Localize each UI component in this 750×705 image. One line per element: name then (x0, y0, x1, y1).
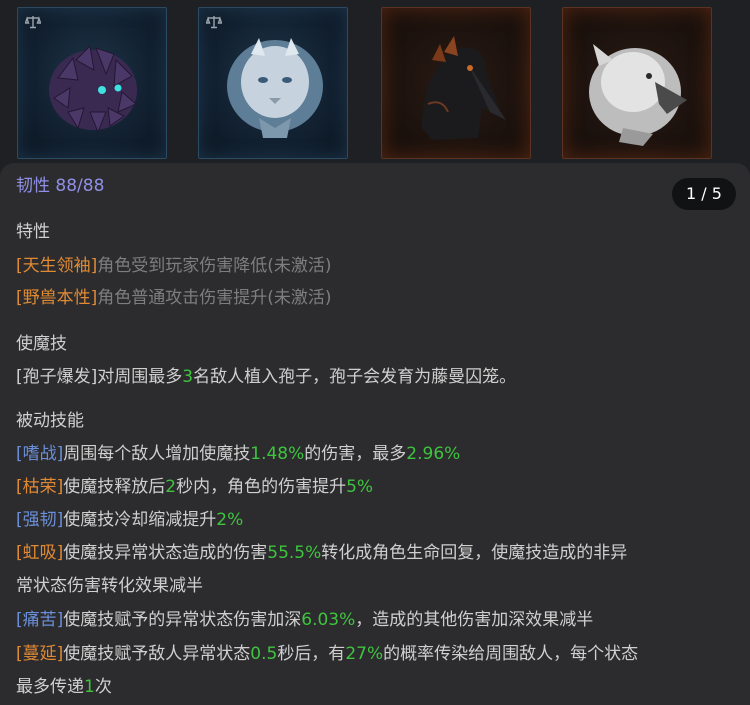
trait-text: 角色受到玩家伤害降低(未激活) (97, 256, 332, 276)
passive-number: 2% (216, 510, 244, 530)
passive-text: ，造成的其他伤害加深效果减半 (355, 610, 594, 630)
white-griffin-portrait (589, 44, 687, 146)
passive-row: [嗜战]周围每个敌人增加使魔技1.48%的伤害，最多2.96% (16, 443, 460, 465)
passive-row: [强韧]使魔技冷却缩减提升2% (16, 509, 243, 531)
dark-bird-card[interactable] (381, 7, 531, 159)
skill-text: 名敌人植入孢子，孢子会发育为藤曼囚笼。 (193, 367, 517, 387)
passive-tag: [虹吸] (16, 543, 64, 563)
passive-skills-header: 被动技能 (16, 411, 84, 431)
spore-beast-card[interactable] (17, 7, 167, 159)
familiar-tooltip-panel: 1 / 5 韧性 88/88 特性 [天生领袖]角色受到玩家伤害降低(未激活) … (0, 163, 750, 705)
passive-text: 的伤害，最多 (304, 444, 407, 464)
passive-text: 周围每个敌人增加使魔技 (63, 444, 251, 464)
balance-icon (206, 16, 222, 29)
passive-text: 最多传递 (16, 677, 84, 697)
passive-row-continued: 常状态伤害转化效果减半 (16, 575, 203, 597)
passive-text: 的概率传染给周围敌人，每个状态 (383, 644, 639, 664)
white-lion-portrait (227, 38, 323, 138)
trait-row: [天生领袖]角色受到玩家伤害降低(未激活) (16, 255, 332, 277)
trait-tag: [野兽本性] (16, 288, 98, 308)
familiar-skill-desc: [孢子爆发]对周围最多3名敌人植入孢子，孢子会发育为藤曼囚笼。 (16, 366, 516, 388)
passive-number: 2 (165, 477, 177, 497)
spore-beast-portrait (49, 44, 137, 134)
passive-tag: [蔓延] (16, 644, 64, 664)
passive-number: 27% (345, 644, 384, 664)
passive-number: 1.48% (250, 444, 305, 464)
passive-tag: [痛苦] (16, 610, 64, 630)
passive-text: 转化成角色生命回复，使魔技造成的非异 (321, 543, 628, 563)
skill-text: [孢子爆发]对周围最多 (16, 367, 183, 387)
balance-icon (25, 16, 41, 29)
trait-row: [野兽本性]角色普通攻击伤害提升(未激活) (16, 287, 332, 309)
toughness-value: 韧性 88/88 (16, 176, 105, 196)
skill-number: 3 (182, 367, 194, 387)
passive-text: 使魔技冷却缩减提升 (63, 510, 217, 530)
passive-text: 使魔技赋予敌人异常状态 (63, 644, 251, 664)
trait-text: 角色普通攻击伤害提升(未激活) (97, 288, 332, 308)
passive-number: 55.5% (267, 543, 322, 563)
traits-header: 特性 (16, 222, 50, 242)
passive-number: 5% (346, 477, 374, 497)
passive-text: 使魔技异常状态造成的伤害 (63, 543, 268, 563)
passive-number: 0.5 (250, 644, 278, 664)
familiar-skill-header: 使魔技 (16, 334, 67, 354)
white-griffin-card[interactable] (562, 7, 712, 159)
passive-text: 次 (94, 677, 112, 697)
passive-text: 使魔技释放后 (63, 477, 166, 497)
white-lion-card[interactable] (198, 7, 348, 159)
trait-tag: [天生领袖] (16, 256, 98, 276)
passive-text: 使魔技赋予的异常状态伤害加深 (63, 610, 302, 630)
passive-row-continued: 最多传递1次 (16, 676, 112, 698)
dark-bird-portrait (422, 36, 506, 140)
passive-number: 6.03% (301, 610, 356, 630)
passive-number: 2.96% (406, 444, 461, 464)
familiar-card-strip (0, 0, 750, 165)
passive-text: 常状态伤害转化效果减半 (16, 576, 203, 596)
passive-text: 秒内，角色的伤害提升 (176, 477, 347, 497)
passive-row: [枯荣]使魔技释放后2秒内，角色的伤害提升5% (16, 476, 373, 498)
passive-text: 秒后，有 (277, 644, 346, 664)
passive-tag: [枯荣] (16, 477, 64, 497)
page-indicator[interactable]: 1 / 5 (672, 178, 736, 210)
passive-row: [虹吸]使魔技异常状态造成的伤害55.5%转化成角色生命回复，使魔技造成的非异 (16, 542, 627, 564)
passive-row: [蔓延]使魔技赋予敌人异常状态0.5秒后，有27%的概率传染给周围敌人，每个状态 (16, 643, 638, 665)
passive-number: 1 (84, 677, 95, 697)
passive-tag: [嗜战] (16, 444, 64, 464)
passive-tag: [强韧] (16, 510, 64, 530)
passive-row: [痛苦]使魔技赋予的异常状态伤害加深6.03%，造成的其他伤害加深效果减半 (16, 609, 593, 631)
